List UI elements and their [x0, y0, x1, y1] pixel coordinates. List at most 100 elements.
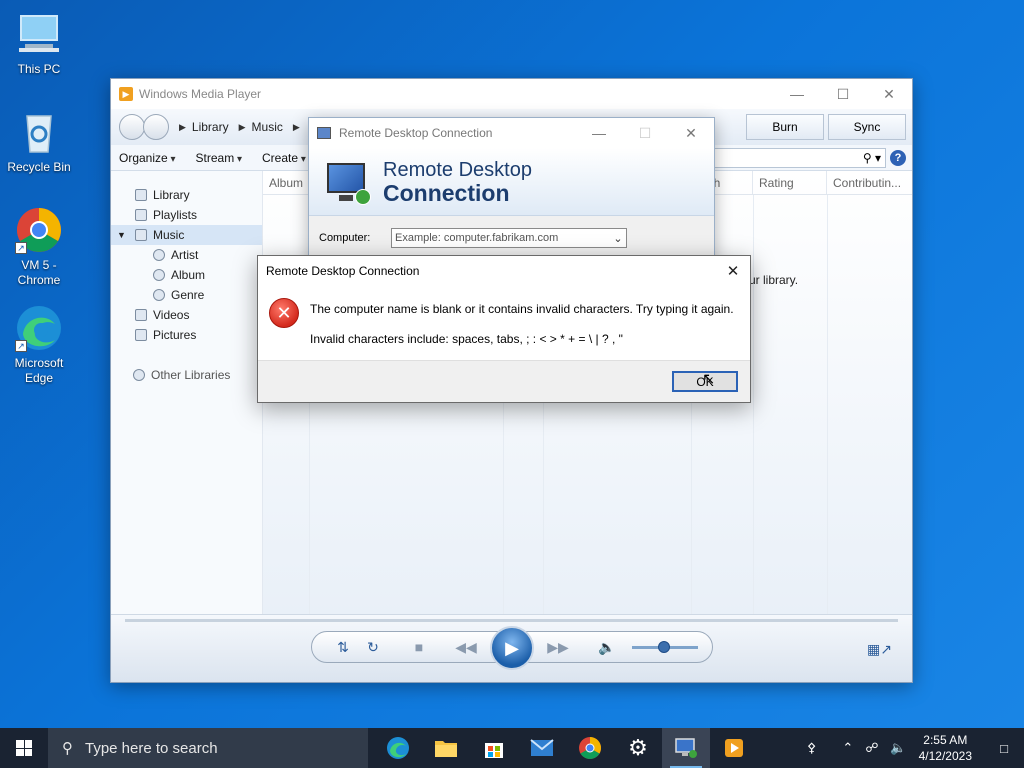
taskbar-mail[interactable]: [518, 728, 566, 768]
mouse-pointer-icon: ↖: [702, 371, 716, 388]
desktop-icon-label: This PC: [17, 62, 61, 76]
previous-button[interactable]: ◀◀: [446, 632, 486, 662]
pictures-icon: [135, 329, 147, 341]
people-icon[interactable]: ⚴: [807, 740, 817, 756]
seek-bar[interactable]: [125, 619, 898, 622]
notification-icon[interactable]: □: [990, 741, 1018, 756]
chevron-right-icon: ▶: [179, 121, 186, 132]
remote-desktop-titlebar[interactable]: Remote Desktop Connection — ☐ ✕: [309, 118, 714, 148]
computer-combobox[interactable]: Example: computer.fabrikam.com ⌄: [391, 228, 627, 248]
organize-menu[interactable]: Organize: [119, 151, 176, 165]
network-icon[interactable]: ☍: [865, 740, 878, 756]
recycle-bin-icon: [15, 108, 63, 156]
sidebar-item-genre[interactable]: Genre: [111, 285, 262, 305]
chevron-down-icon[interactable]: ▼: [117, 230, 129, 240]
windows-logo-icon: [16, 740, 32, 756]
taskbar: ⚲ Type here to search ⚙ ⚴ ⌃ ☍ 🔈 2:55 AM …: [0, 728, 1024, 768]
video-icon: [135, 309, 147, 321]
taskbar-store[interactable]: [470, 728, 518, 768]
media-player-icon: ▶: [119, 87, 133, 101]
window-title: Windows Media Player: [139, 87, 262, 101]
window-title: Remote Desktop Connection: [339, 126, 493, 140]
sidebar-item-label: Videos: [153, 308, 190, 322]
close-button[interactable]: ✕: [866, 79, 912, 109]
taskbar-edge[interactable]: [374, 728, 422, 768]
tab-sync[interactable]: Sync: [828, 114, 906, 140]
error-detail: Invalid characters include: spaces, tabs…: [310, 332, 623, 346]
edge-icon: ↗: [15, 304, 63, 352]
tab-burn[interactable]: Burn: [746, 114, 824, 140]
volume-icon[interactable]: 🔈: [890, 740, 906, 756]
create-playlist-menu[interactable]: Create: [262, 151, 306, 165]
next-button[interactable]: ▶▶: [538, 632, 578, 662]
sidebar-item-other-libraries[interactable]: Other Libraries: [111, 365, 262, 385]
sidebar-item-pictures[interactable]: Pictures: [111, 325, 262, 345]
stream-menu[interactable]: Stream: [196, 151, 243, 165]
remote-desktop-logo-icon: [325, 159, 371, 205]
volume-icon[interactable]: 🔈: [596, 632, 618, 662]
back-button[interactable]: [119, 114, 145, 140]
desktop-icon-recycle-bin[interactable]: Recycle Bin: [4, 108, 74, 175]
sidebar-item-playlists[interactable]: Playlists: [111, 205, 262, 225]
start-button[interactable]: [0, 728, 48, 768]
desktop-icon-chrome[interactable]: ↗ VM 5 - Chrome: [4, 206, 74, 288]
play-button[interactable]: ▶: [490, 626, 534, 670]
music-icon: [135, 229, 147, 241]
desktop-icon-edge[interactable]: ↗ Microsoft Edge: [4, 304, 74, 386]
taskbar-remote-desktop[interactable]: [662, 728, 710, 768]
computer-icon: [15, 10, 63, 58]
album-icon: [153, 269, 165, 281]
sidebar-item-artist[interactable]: Artist: [111, 245, 262, 265]
error-dialog-titlebar[interactable]: Remote Desktop Connection ✕: [258, 256, 750, 286]
maximize-button[interactable]: ☐: [820, 79, 866, 109]
shuffle-button[interactable]: ⇅: [332, 632, 354, 662]
volume-slider-thumb[interactable]: [658, 641, 670, 653]
taskbar-settings[interactable]: ⚙: [614, 728, 662, 768]
stop-button[interactable]: ■: [408, 632, 430, 662]
sidebar-item-label: Genre: [171, 288, 205, 302]
clock-time: 2:55 AM: [923, 733, 968, 747]
taskbar-chrome[interactable]: [566, 728, 614, 768]
column-album[interactable]: Album: [263, 171, 309, 194]
help-icon[interactable]: ?: [890, 149, 906, 166]
breadcrumb-library[interactable]: Library: [192, 120, 229, 134]
sidebar-item-album[interactable]: Album: [111, 265, 262, 285]
sidebar-item-library[interactable]: Library: [111, 185, 262, 205]
desktop-icon-label: VM 5 - Chrome: [17, 258, 61, 287]
chrome-icon: ↗: [15, 206, 63, 254]
taskbar-clock[interactable]: 2:55 AM 4/12/2023: [919, 732, 972, 764]
folder-icon: [435, 741, 457, 757]
close-button[interactable]: ✕: [668, 118, 714, 148]
search-input[interactable]: ⚲ ▾: [706, 147, 886, 168]
banner-heading-line2: Connection: [383, 179, 510, 206]
sidebar-item-label: Album: [171, 268, 206, 282]
chevron-down-icon[interactable]: ⌄: [610, 232, 626, 245]
media-player-titlebar[interactable]: ▶ Windows Media Player — ☐ ✕: [111, 79, 912, 109]
forward-button[interactable]: [143, 114, 169, 140]
sidebar-item-music[interactable]: ▼ Music: [111, 225, 262, 245]
minimize-button[interactable]: —: [576, 118, 622, 148]
breadcrumb-music[interactable]: Music: [252, 120, 283, 134]
library-sidebar: Library Playlists ▼ Music Artist Album G…: [111, 171, 263, 614]
computer-label: Computer:: [319, 232, 371, 244]
repeat-button[interactable]: ↻: [362, 632, 384, 662]
chevron-up-icon[interactable]: ⌃: [842, 740, 853, 756]
desktop-icon-this-pc[interactable]: This PC: [4, 10, 74, 77]
column-divider: [753, 195, 754, 614]
close-button[interactable]: ✕: [716, 262, 750, 280]
column-rating[interactable]: Rating: [753, 171, 827, 194]
library-empty-message: ur library.: [749, 273, 799, 287]
computer-field[interactable]: Example: computer.fabrikam.com: [395, 232, 558, 244]
error-dialog: Remote Desktop Connection ✕ ✕ The comput…: [257, 255, 751, 403]
column-divider: [827, 195, 828, 614]
minimize-button[interactable]: —: [774, 79, 820, 109]
taskbar-file-explorer[interactable]: [422, 728, 470, 768]
remote-desktop-banner: Remote Desktop Connection: [309, 148, 714, 216]
taskbar-media-player[interactable]: [710, 728, 758, 768]
sidebar-item-videos[interactable]: Videos: [111, 305, 262, 325]
switch-to-now-playing-icon[interactable]: ▦↗: [867, 641, 892, 658]
sidebar-item-label: Artist: [171, 248, 199, 262]
column-contributing-artist[interactable]: Contributin...: [827, 171, 912, 194]
taskbar-search-box[interactable]: ⚲ Type here to search: [48, 728, 368, 768]
banner-heading-line1: Remote Desktop: [383, 158, 532, 181]
